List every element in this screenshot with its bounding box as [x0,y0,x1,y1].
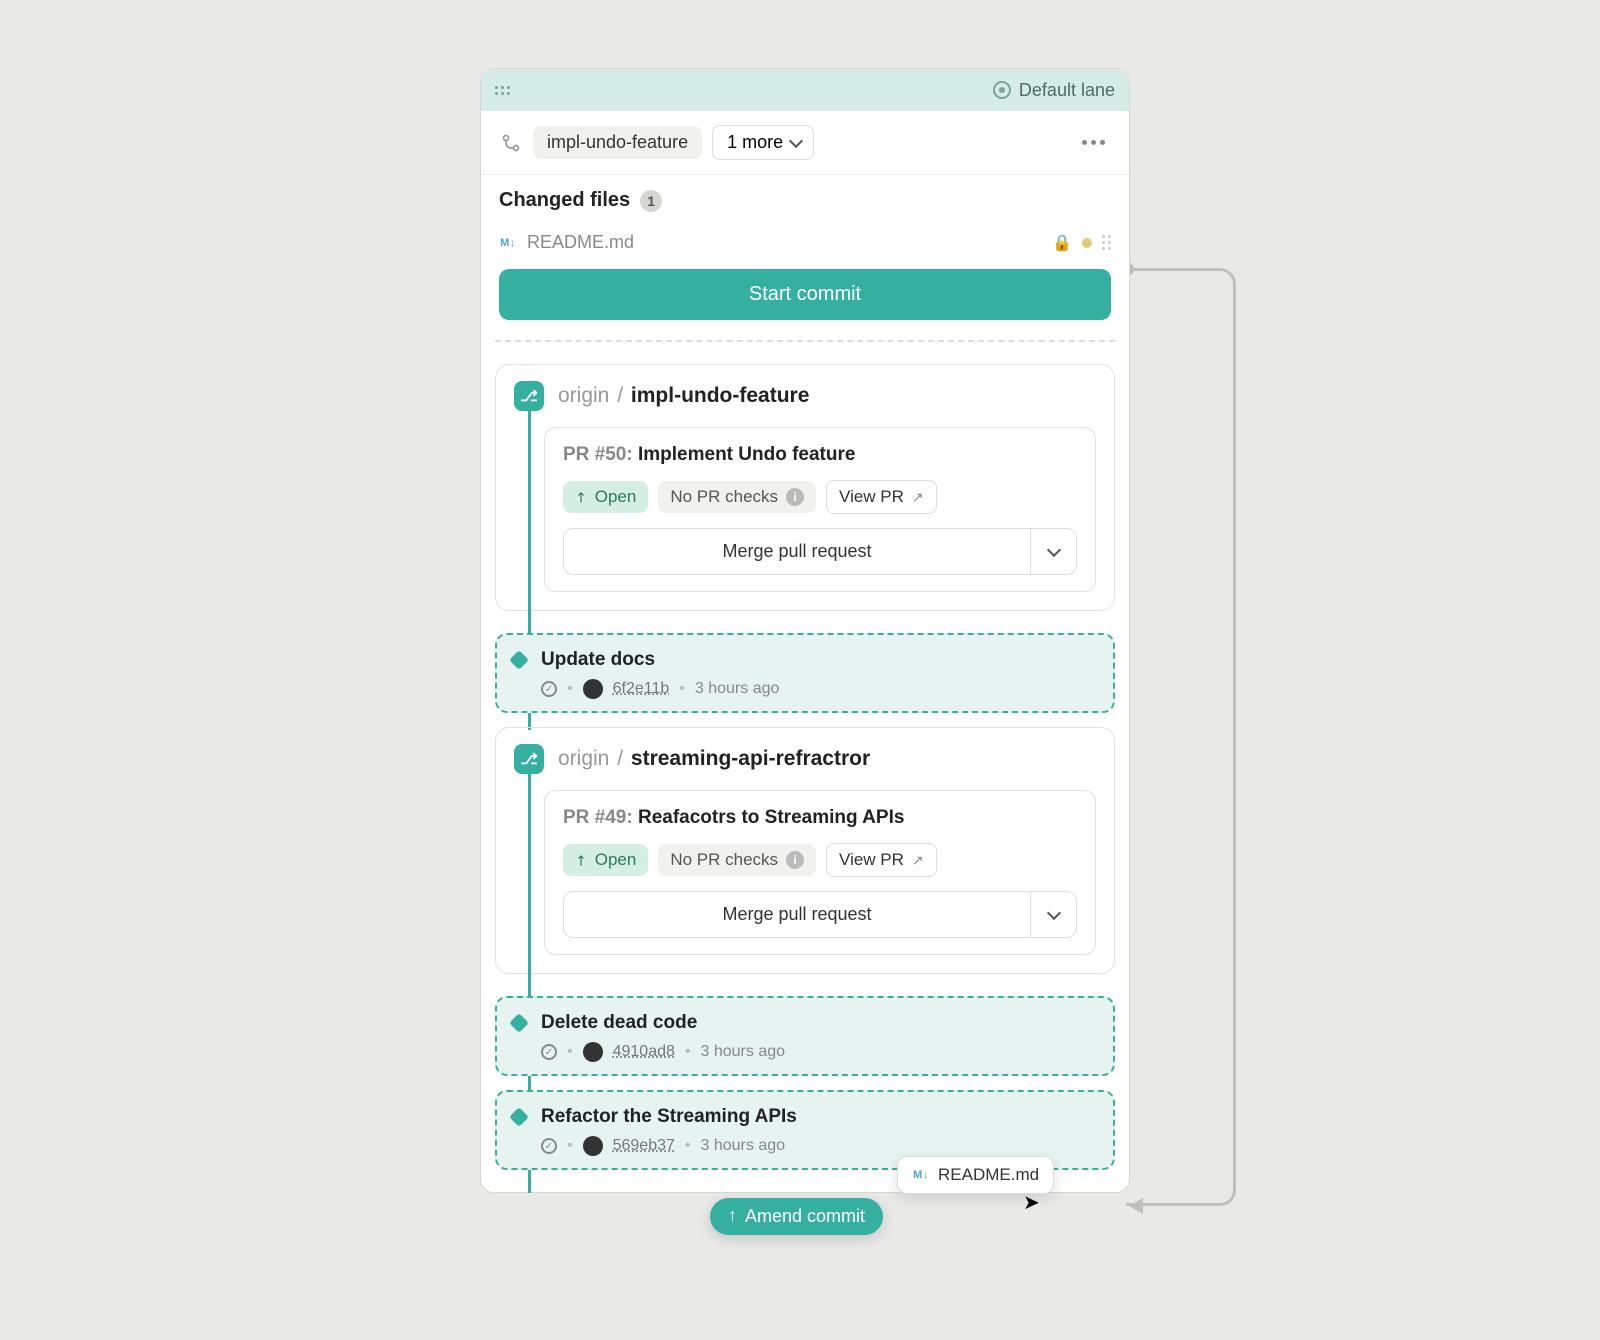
branch-name-label: impl-undo-feature [631,384,810,407]
commit-time: 3 hours ago [701,1043,786,1061]
chevron-down-icon [1046,542,1060,556]
branch-name-label: streaming-api-refractror [631,747,870,770]
dot-separator: • [567,1043,573,1061]
commit-sha[interactable]: 4910ad8 [613,1043,675,1061]
commit-sha[interactable]: 569eb37 [613,1137,675,1155]
branch-bar: impl-undo-feature 1 more [481,111,1129,175]
avatar [583,679,603,699]
pr-block-2: ⎇ origin / streaming-api-refractror PR #… [495,727,1115,974]
connector-end-arrow [1129,1198,1143,1214]
pr-checks-text: No PR checks [670,487,778,507]
branch-icon [499,131,523,155]
file-row[interactable]: M↓ README.md 🔒 [481,222,1129,263]
commit-item-1[interactable]: Update docs ✓ • 6f2e11b • 3 hours ago [495,633,1115,713]
merge-pr-button[interactable]: Merge pull request [563,891,1031,938]
pr-card-1: PR #50: Implement Undo feature ↗ Open No… [544,427,1096,592]
info-icon: i [786,851,804,869]
commit-title: Update docs [541,649,1097,671]
pr-status-text: Open [595,487,637,507]
pr-open-icon: ↗ [571,850,591,870]
view-pr-label: View PR [839,850,904,870]
drag-file-label: README.md [938,1165,1039,1185]
view-pr-label: View PR [839,487,904,507]
commit-node-icon [509,1013,529,1033]
cursor-icon: ➤ [1023,1190,1040,1215]
slash: / [617,384,623,407]
merge-dropdown[interactable] [1031,891,1077,938]
chevron-down-icon [789,133,803,147]
grip-icon[interactable] [1102,235,1111,250]
amend-commit-pill[interactable]: ↑ Amend commit [710,1198,883,1235]
commit-sha[interactable]: 6f2e11b [613,680,670,698]
file-status-dot [1082,238,1092,248]
pr-status-text: Open [595,850,637,870]
pr-block-1: ⎇ origin / impl-undo-feature PR #50: Imp… [495,364,1115,611]
commit-title: Refactor the Streaming APIs [541,1106,1097,1128]
file-name: README.md [527,232,634,253]
view-pr-button[interactable]: View PR ↗ [826,843,937,877]
pr-title: Reafacotrs to Streaming APIs [638,807,904,828]
dot-separator: • [679,680,685,698]
view-pr-button[interactable]: View PR ↗ [826,480,937,514]
commit-time: 3 hours ago [695,680,780,698]
pr-checks-badge: No PR checks i [658,844,816,876]
changed-files-title: Changed files [499,189,630,212]
pr-number: PR #49: [563,807,633,828]
lane-header: Default lane [481,69,1129,111]
branch-square-icon: ⎇ [514,744,544,774]
chevron-down-icon [1046,905,1060,919]
branch-chip[interactable]: impl-undo-feature [533,126,702,159]
more-branches-dropdown[interactable]: 1 more [712,125,814,160]
lock-icon: 🔒 [1052,233,1072,253]
lane-label: Default lane [1019,80,1115,101]
changed-files-count: 1 [640,190,662,212]
avatar [583,1042,603,1062]
pr-status-badge: ↗ Open [563,481,648,513]
start-commit-button[interactable]: Start commit [499,269,1111,320]
changed-files-header: Changed files 1 [481,175,1129,222]
origin-label: origin [558,747,609,770]
avatar [583,1136,603,1156]
slash: / [617,747,623,770]
merge-pr-button[interactable]: Merge pull request [563,528,1031,575]
drag-file-tooltip: M↓ README.md [897,1156,1054,1194]
external-link-icon: ↗ [912,852,924,869]
pr-number: PR #50: [563,444,633,465]
lane-card: Default lane impl-undo-feature 1 more Ch… [480,68,1130,1193]
amend-label: Amend commit [745,1206,865,1227]
dot-separator: • [685,1043,691,1061]
more-label: 1 more [727,132,783,153]
info-icon: i [786,488,804,506]
pr-title: Implement Undo feature [638,444,855,465]
external-link-icon: ↗ [912,489,924,506]
pr-open-icon: ↗ [571,487,591,507]
file-type-icon: M↓ [499,237,517,249]
dot-separator: • [567,1137,573,1155]
origin-label: origin [558,384,609,407]
target-icon [993,81,1011,99]
merge-dropdown[interactable] [1031,528,1077,575]
drag-handle-icon[interactable] [495,86,510,95]
commit-time: 3 hours ago [701,1137,786,1155]
pr-checks-badge: No PR checks i [658,481,816,513]
upload-icon: ↑ [728,1205,737,1226]
commit-title: Delete dead code [541,1012,1097,1034]
dot-separator: • [685,1137,691,1155]
commit-item-2[interactable]: Delete dead code ✓ • 4910ad8 • 3 hours a… [495,996,1115,1076]
file-type-icon: M↓ [912,1169,930,1181]
kebab-menu[interactable] [1076,134,1111,151]
pr-checks-text: No PR checks [670,850,778,870]
check-icon: ✓ [541,681,557,697]
check-icon: ✓ [541,1044,557,1060]
dot-separator: • [567,680,573,698]
pr-status-badge: ↗ Open [563,844,648,876]
connector-line [1126,268,1236,1206]
branch-square-icon: ⎇ [514,381,544,411]
check-icon: ✓ [541,1138,557,1154]
commit-node-icon [509,650,529,670]
commit-node-icon [509,1107,529,1127]
separator [495,340,1115,342]
pr-card-2: PR #49: Reafacotrs to Streaming APIs ↗ O… [544,790,1096,955]
